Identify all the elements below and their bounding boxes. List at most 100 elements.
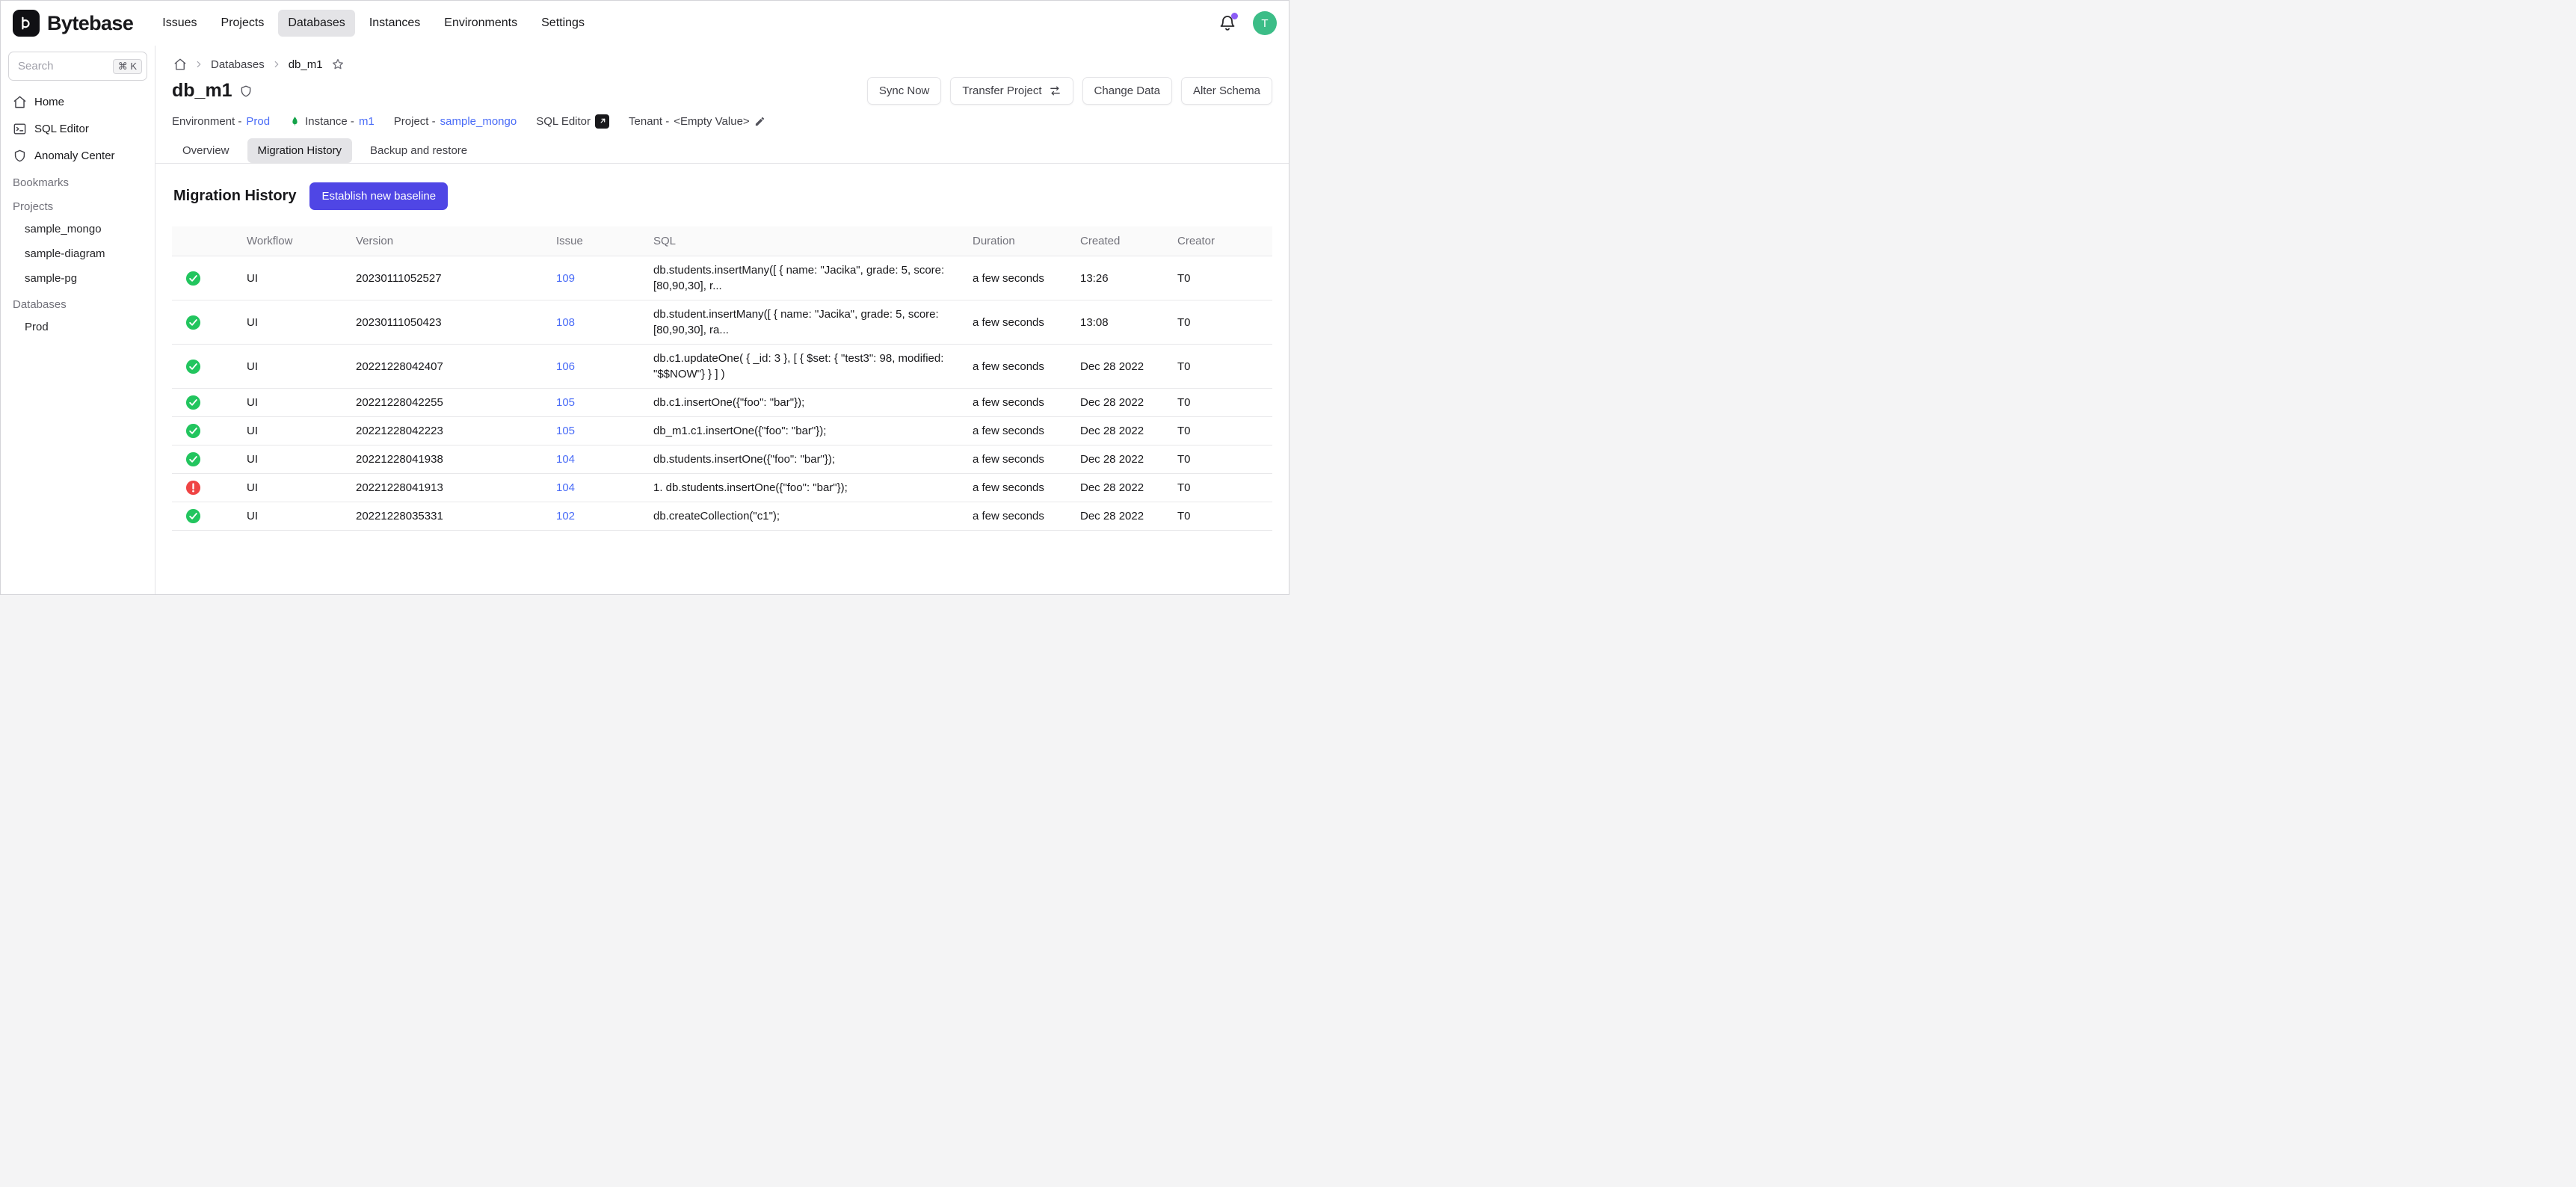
duration-cell: a few seconds [973,445,1080,473]
created-cell: Dec 28 2022 [1080,353,1177,380]
success-icon [185,271,201,286]
tab-migration-history[interactable]: Migration History [247,138,353,163]
version-cell: 20221228041938 [356,445,556,473]
project-meta: Project - sample_mongo [394,115,517,128]
creator-cell: T0 [1177,474,1272,502]
version-cell: 20221228042223 [356,417,556,445]
creator-cell: T0 [1177,353,1272,380]
version-cell: 20221228041913 [356,474,556,502]
workflow-cell: UI [247,445,356,473]
issue-link[interactable]: 105 [556,389,653,416]
status-cell [172,353,247,380]
chevron-right-icon [271,59,282,70]
status-cell [172,474,247,502]
sidebar-section-databases: Databases [7,291,149,315]
duration-cell: a few seconds [973,474,1080,502]
created-cell: Dec 28 2022 [1080,417,1177,445]
duration-cell: a few seconds [973,389,1080,416]
version-cell: 20230111052527 [356,265,556,292]
alter-schema-button[interactable]: Alter Schema [1181,77,1272,105]
brand-name: Bytebase [47,12,133,35]
sidebar-item-prod[interactable]: Prod [7,315,149,339]
success-icon [185,423,201,439]
sync-now-button[interactable]: Sync Now [867,77,942,105]
issue-link[interactable]: 105 [556,417,653,445]
table-row: UI20221228041938104db.students.insertOne… [172,445,1272,474]
status-cell [172,265,247,292]
sql-cell: db.student.insertMany([ { name: "Jacika"… [653,300,973,344]
search-input[interactable] [16,59,108,73]
sidebar-item-anomaly-center[interactable]: Anomaly Center [7,142,149,169]
table-row: UI20221228042223105db_m1.c1.insertOne({"… [172,417,1272,445]
nav-item-databases[interactable]: Databases [278,10,355,37]
nav-item-issues[interactable]: Issues [152,10,206,37]
sidebar-item-sample-mongo[interactable]: sample_mongo [7,217,149,241]
issue-link[interactable]: 104 [556,474,653,502]
transfer-icon [1049,84,1061,97]
sidebar-item-sql-editor[interactable]: SQL Editor [7,115,149,142]
sql-cell: db.students.insertOne({"foo": "bar"}); [653,445,973,473]
environment-link[interactable]: Prod [246,115,270,128]
column-header-sql: SQL [653,226,973,256]
sidebar-item-home[interactable]: Home [7,88,149,115]
open-sql-editor-icon[interactable] [595,114,609,129]
version-cell: 20221228035331 [356,502,556,530]
instance-link[interactable]: m1 [359,115,375,128]
status-cell [172,389,247,416]
version-cell: 20221228042407 [356,353,556,380]
created-cell: 13:08 [1080,309,1177,336]
user-avatar[interactable]: T [1253,11,1277,35]
workflow-cell: UI [247,417,356,445]
shield-icon [239,84,253,98]
workflow-cell: UI [247,265,356,292]
sidebar-menu: HomeSQL EditorAnomaly Center [7,88,149,169]
workflow-cell: UI [247,389,356,416]
sidebar-sections: BookmarksProjectssample_mongosample-diag… [7,169,149,339]
column-header-creator: Creator [1177,226,1272,256]
nav-item-instances[interactable]: Instances [360,10,430,37]
nav-item-environments[interactable]: Environments [434,10,527,37]
sidebar-item-sample-diagram[interactable]: sample-diagram [7,241,149,266]
breadcrumb-databases[interactable]: Databases [211,58,265,71]
issue-link[interactable]: 106 [556,353,653,380]
sql-cell: db.students.insertMany([ { name: "Jacika… [653,256,973,300]
page-title: db_m1 [172,80,253,102]
nav-item-settings[interactable]: Settings [531,10,594,37]
issue-link[interactable]: 102 [556,502,653,530]
bytebase-brand[interactable]: Bytebase [13,10,133,37]
creator-cell: T0 [1177,265,1272,292]
establish-baseline-button[interactable]: Establish new baseline [309,182,448,210]
table-header-row: WorkflowVersionIssueSQLDurationCreatedCr… [172,226,1272,256]
change-data-button[interactable]: Change Data [1082,77,1172,105]
error-icon [185,480,201,496]
created-cell: Dec 28 2022 [1080,445,1177,473]
issue-link[interactable]: 108 [556,309,653,336]
edit-tenant-icon[interactable] [754,116,765,127]
sidebar-item-sample-pg[interactable]: sample-pg [7,266,149,291]
version-cell: 20221228042255 [356,389,556,416]
creator-cell: T0 [1177,502,1272,530]
sql-cell: db.c1.updateOne( { _id: 3 }, [ { $set: {… [653,345,973,388]
column-header-version: Version [356,226,556,256]
issue-link[interactable]: 109 [556,265,653,292]
home-icon[interactable] [173,58,187,71]
tab-overview[interactable]: Overview [172,138,240,163]
tab-backup-and-restore[interactable]: Backup and restore [360,138,478,163]
transfer-project-button[interactable]: Transfer Project [950,77,1073,105]
column-header-status [172,235,247,248]
nav-item-projects[interactable]: Projects [212,10,274,37]
table-row: UI20221228035331102db.createCollection("… [172,502,1272,531]
star-icon[interactable] [331,58,345,71]
migration-history-table: WorkflowVersionIssueSQLDurationCreatedCr… [172,226,1272,531]
notifications-bell-icon[interactable] [1218,14,1236,32]
top-navbar: Bytebase IssuesProjectsDatabasesInstance… [1,1,1289,46]
creator-cell: T0 [1177,417,1272,445]
breadcrumb: Databases db_m1 [172,46,1272,74]
issue-link[interactable]: 104 [556,445,653,473]
project-link[interactable]: sample_mongo [440,115,517,128]
created-cell: 13:26 [1080,265,1177,292]
duration-cell: a few seconds [973,309,1080,336]
search-box[interactable]: ⌘ K [8,52,147,81]
environment-label: Environment - [172,115,241,128]
workflow-cell: UI [247,502,356,530]
